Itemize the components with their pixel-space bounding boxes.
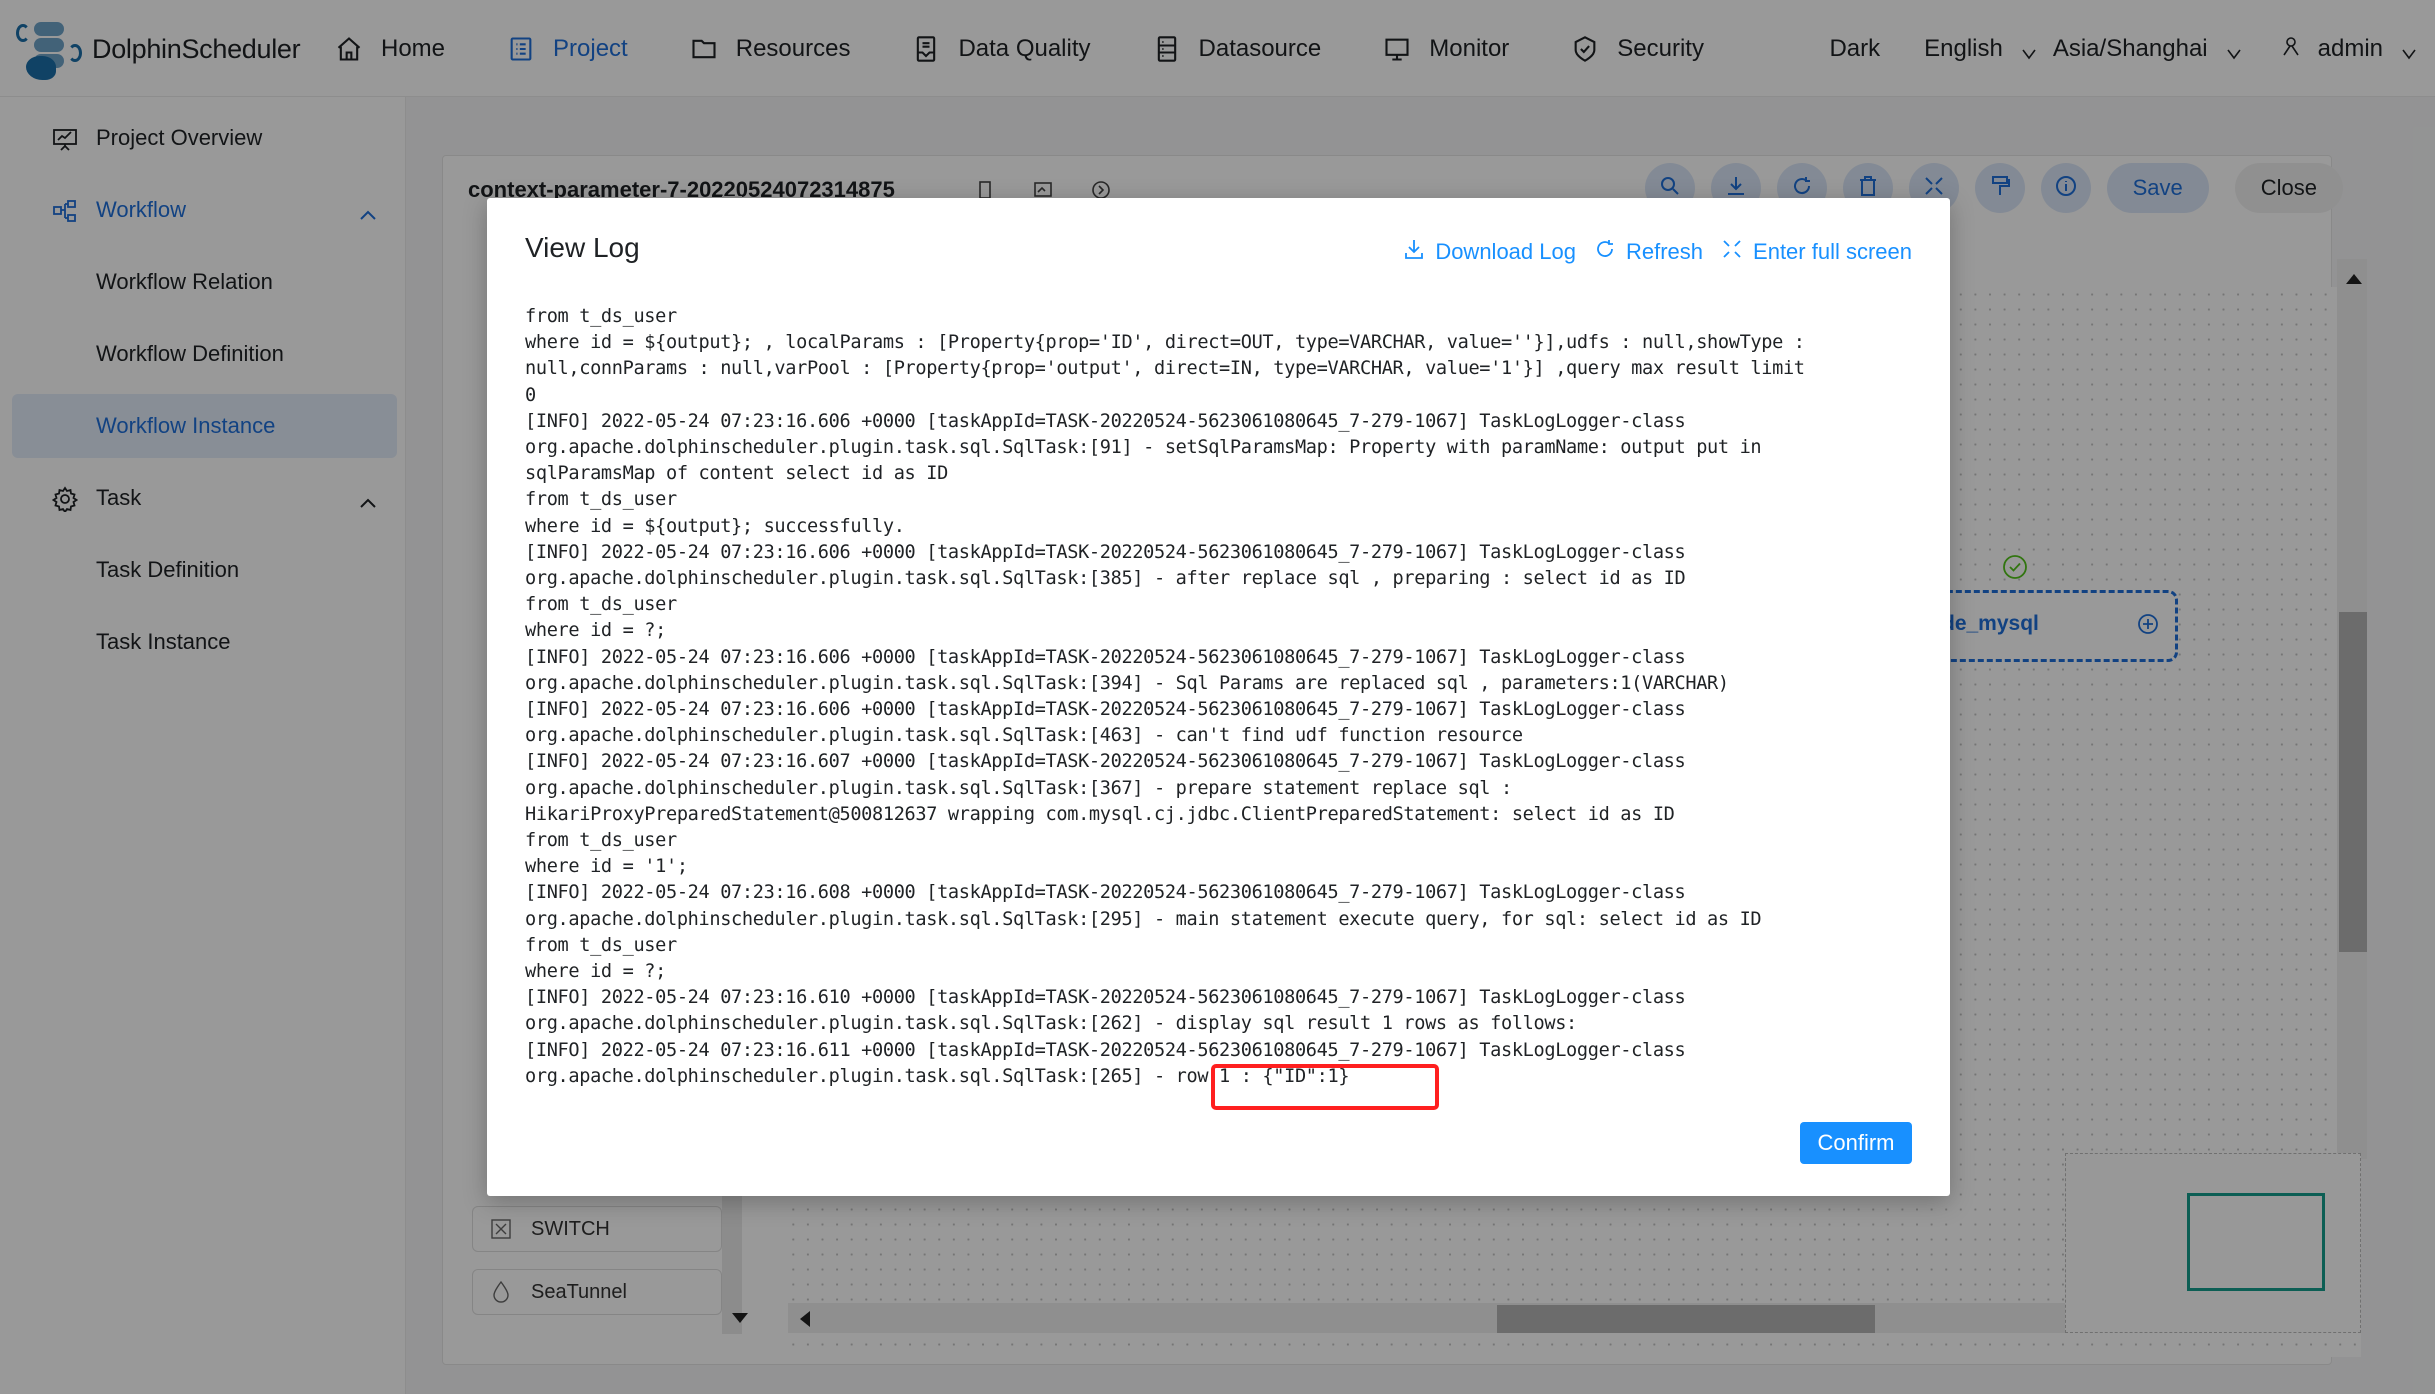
log-line: where id = ${output}; successfully. [525,515,905,537]
log-line: [INFO] 2022-05-24 07:23:16.610 +0000 [ta… [525,987,1686,1009]
log-line: from t_ds_user [525,594,677,616]
log-line: org.apache.dolphinscheduler.plugin.task.… [525,568,1686,590]
log-line: from t_ds_user [525,306,677,327]
confirm-button[interactable]: Confirm [1800,1122,1912,1164]
log-line: [INFO] 2022-05-24 07:23:16.606 +0000 [ta… [525,646,1686,668]
log-line: 0 [525,384,536,406]
refresh-log-button[interactable]: Refresh [1594,238,1703,266]
enter-fullscreen-button[interactable]: Enter full screen [1721,238,1912,266]
log-line: [INFO] 2022-05-24 07:23:16.611 +0000 [ta… [525,1039,1686,1061]
expand-icon [1721,238,1753,266]
log-line: where id = '1'; [525,856,688,878]
log-line: org.apache.dolphinscheduler.plugin.task.… [525,777,1512,799]
log-line: [INFO] 2022-05-24 07:23:16.606 +0000 [ta… [525,410,1686,432]
log-line: [INFO] 2022-05-24 07:23:16.608 +0000 [ta… [525,882,1686,904]
view-log-modal: View Log Download Log Refresh Enter full… [487,198,1950,1196]
download-log-button[interactable]: Download Log [1403,238,1576,266]
log-content[interactable]: from t_ds_userwhere id = ${output}; , lo… [525,304,1915,1104]
highlight-annotation [1211,1064,1439,1110]
log-line: [INFO] 2022-05-24 07:23:16.607 +0000 [ta… [525,751,1686,773]
log-line: where id = ?; [525,620,666,642]
log-line: org.apache.dolphinscheduler.plugin.task.… [525,1013,1577,1035]
log-line: org.apache.dolphinscheduler.plugin.task.… [525,908,1762,930]
log-line: null,connParams : null,varPool : [Proper… [525,358,1805,380]
modal-title: View Log [525,232,640,263]
download-icon [1403,238,1435,266]
log-line: [INFO] 2022-05-24 07:23:16.606 +0000 [ta… [525,541,1686,563]
log-line: [INFO] 2022-05-24 07:23:16.606 +0000 [ta… [525,699,1686,721]
log-line: from t_ds_user [525,489,677,511]
log-line: sqlParamsMap of content select id as ID [525,463,948,485]
modal-actions: Download Log Refresh Enter full screen [1385,238,1912,266]
log-line: from t_ds_user [525,830,677,852]
log-line: org.apache.dolphinscheduler.plugin.task.… [525,672,1729,694]
log-line: org.apache.dolphinscheduler.plugin.task.… [525,725,1523,747]
refresh-icon [1594,238,1626,266]
log-line: HikariProxyPreparedStatement@500812637 w… [525,803,1675,825]
log-line: from t_ds_user [525,934,677,956]
log-line: where id = ${output}; , localParams : [P… [525,332,1805,354]
log-line: where id = ?; [525,961,666,983]
log-line: org.apache.dolphinscheduler.plugin.task.… [525,437,1762,459]
